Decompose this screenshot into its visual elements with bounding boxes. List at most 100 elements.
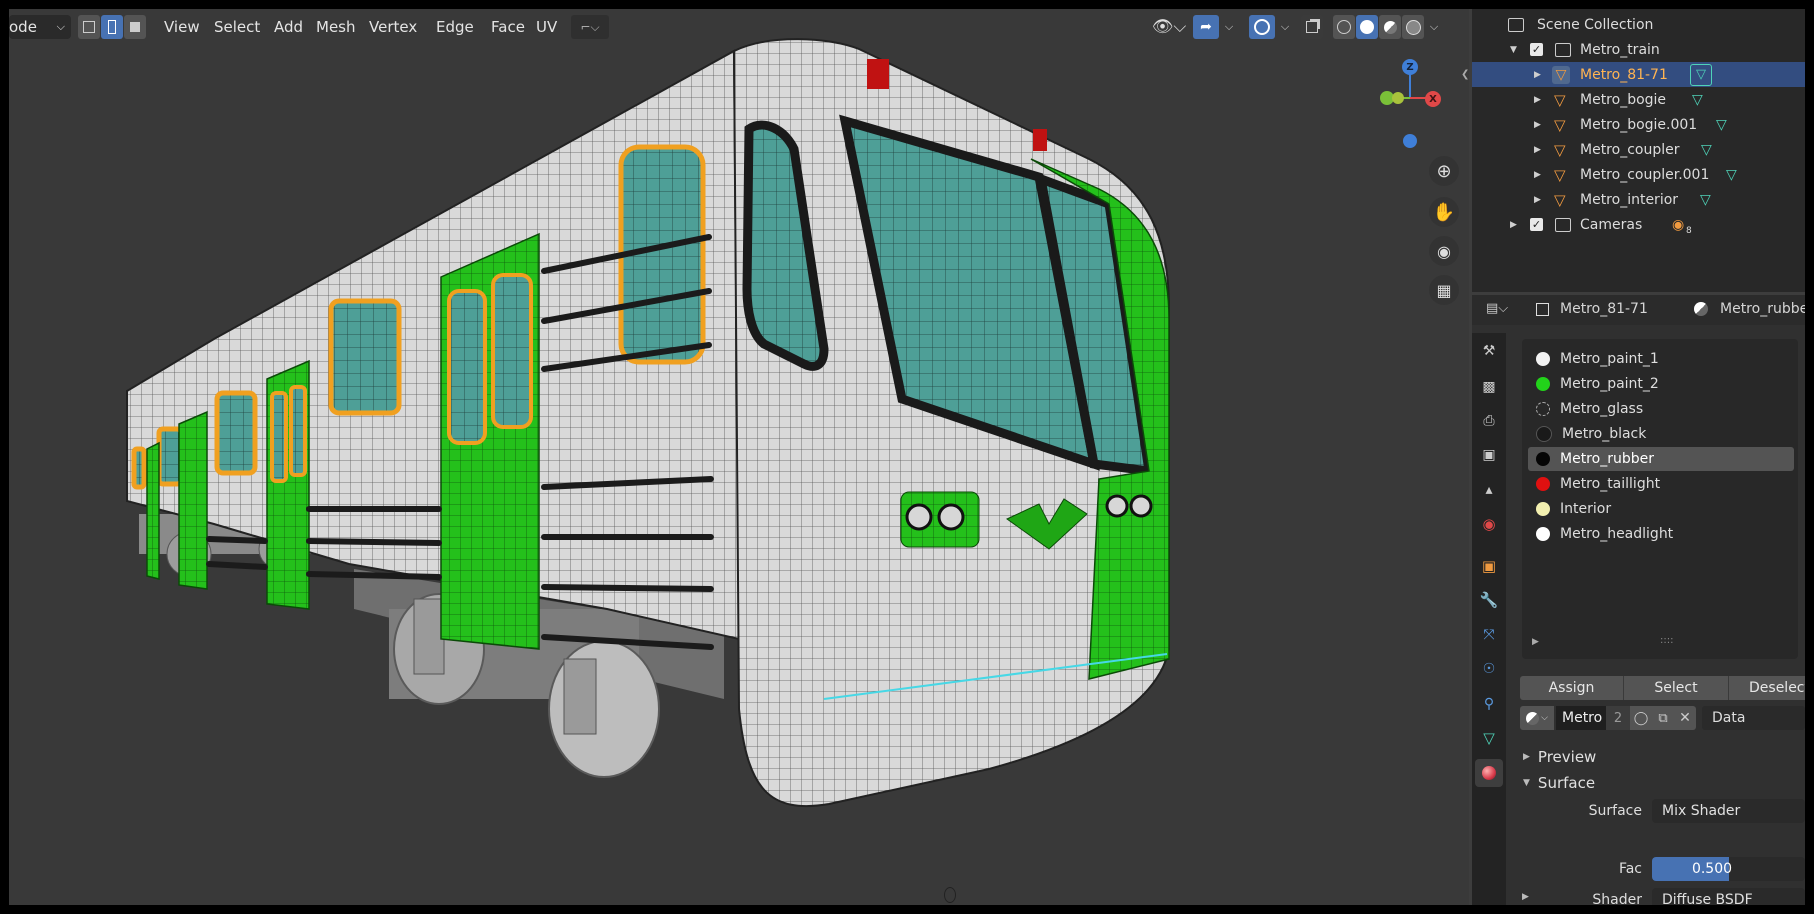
surface-panel-header[interactable]: ▼ Surface xyxy=(1520,771,1595,795)
visibility-checkbox[interactable]: ✓ xyxy=(1530,43,1543,56)
shader-expand-triangle-icon[interactable]: ▶ xyxy=(1522,892,1529,902)
mode-selector[interactable]: ode ⌵ xyxy=(9,15,71,39)
menu-vertex[interactable]: Vertex xyxy=(362,15,424,39)
shading-solid-button[interactable] xyxy=(1356,15,1378,39)
shading-options-chevron-icon[interactable]: ⌵ xyxy=(1426,15,1442,39)
gizmo-options-chevron-icon[interactable]: ⌵ xyxy=(1221,15,1237,39)
mesh-data-icon[interactable]: ▽ xyxy=(1692,92,1703,108)
material-slot[interactable]: Metro_headlight xyxy=(1528,522,1794,546)
camera-view-button[interactable]: ◉ xyxy=(1429,236,1459,266)
deselect-button[interactable]: Deselect xyxy=(1729,676,1805,700)
unlink-close-icon[interactable]: ✕ xyxy=(1674,706,1696,730)
material-slot[interactable]: Metro_taillight xyxy=(1528,472,1794,496)
outliner-item-metro-bogie[interactable]: ▶ ▽ Metro_bogie ▽ xyxy=(1472,87,1805,112)
shader-select[interactable]: Diffuse BSDF xyxy=(1652,888,1805,905)
sidebar-toggle-chevron-icon[interactable]: ❮ xyxy=(1461,69,1469,80)
expand-triangle-icon[interactable]: ▶ xyxy=(1534,95,1541,105)
material-name-field[interactable]: Metro xyxy=(1556,706,1606,730)
surface-shader-select[interactable]: Mix Shader xyxy=(1652,799,1805,823)
tab-world[interactable]: ◉ xyxy=(1475,510,1503,538)
assign-button[interactable]: Assign xyxy=(1520,676,1624,700)
properties-editor[interactable]: ▤⌵ Metro_81-71 Metro_rubber ⚒ ▩ ⎙ ▣ ▴ ◉ … xyxy=(1472,295,1805,905)
tab-object[interactable]: ▣ xyxy=(1475,552,1503,580)
breadcrumb-object[interactable]: Metro_81-71 xyxy=(1560,301,1648,317)
editor-type-button[interactable]: ▤⌵ xyxy=(1486,301,1516,319)
mesh-data-icon[interactable]: ▽ xyxy=(1716,117,1727,133)
expand-triangle-icon[interactable]: ▶ xyxy=(1534,170,1541,180)
expand-triangle-icon[interactable]: ▶ xyxy=(1510,220,1517,230)
visibility-icon[interactable]: 👁⌵ xyxy=(1149,15,1189,39)
shading-rendered-button[interactable] xyxy=(1402,15,1424,39)
material-slot[interactable]: Metro_paint_1 xyxy=(1528,347,1794,371)
list-expand-triangle-icon[interactable]: ▶ xyxy=(1532,637,1539,647)
xray-toggle-button[interactable] xyxy=(1301,15,1323,39)
material-slot[interactable]: Metro_paint_2 xyxy=(1528,372,1794,396)
tab-constraints[interactable]: ⚲ xyxy=(1475,690,1503,718)
menu-uv[interactable]: UV xyxy=(529,15,564,39)
gizmo-neg-y-axis-dot[interactable] xyxy=(1392,92,1404,104)
select-button[interactable]: Select xyxy=(1624,676,1729,700)
material-slot-list[interactable]: Metro_paint_1 Metro_paint_2 Metro_glass … xyxy=(1522,339,1798,659)
3d-viewport[interactable]: ode ⌵ View Select Add Mesh Vertex Edge F… xyxy=(9,9,1469,905)
menu-face[interactable]: Face xyxy=(484,15,532,39)
tab-material[interactable] xyxy=(1475,759,1503,787)
fake-user-shield-icon[interactable]: ◯ xyxy=(1630,706,1652,730)
tab-particles[interactable]: ⤧ xyxy=(1475,621,1503,649)
tab-tool[interactable]: ⚒ xyxy=(1475,337,1503,365)
expand-triangle-icon[interactable]: ▶ xyxy=(1534,120,1541,130)
mesh-data-icon[interactable]: ▽ xyxy=(1726,167,1737,183)
expand-triangle-icon[interactable]: ▼ xyxy=(1510,45,1517,55)
material-slot[interactable]: Interior xyxy=(1528,497,1794,521)
outliner-item-metro-coupler-001[interactable]: ▶ ▽ Metro_coupler.001 ▽ xyxy=(1472,162,1805,187)
tab-modifiers[interactable]: 🔧 xyxy=(1475,586,1503,614)
menu-select[interactable]: Select xyxy=(207,15,267,39)
material-slot[interactable]: Metro_black xyxy=(1528,422,1794,446)
expand-triangle-icon[interactable]: ▶ xyxy=(1534,70,1541,80)
pan-button[interactable]: ✋ xyxy=(1429,197,1459,227)
shading-material-button[interactable] xyxy=(1379,15,1401,39)
user-count-badge[interactable]: 2 xyxy=(1606,706,1630,730)
gizmo-z-axis[interactable]: Z xyxy=(1402,59,1418,75)
outliner-item-metro-coupler[interactable]: ▶ ▽ Metro_coupler ▽ xyxy=(1472,137,1805,162)
fac-slider[interactable]: 0.500 xyxy=(1652,857,1805,881)
outliner[interactable]: Scene Collection ▼ ✓ Metro_train ▶ ▽ Met… xyxy=(1472,9,1805,292)
browse-material-button[interactable]: ⌵ xyxy=(1520,706,1554,730)
outliner-item-metro-interior[interactable]: ▶ ▽ Metro_interior ▽ xyxy=(1472,187,1805,212)
outliner-item-cameras[interactable]: ▶ ✓ Cameras ◉ 8 xyxy=(1472,212,1805,237)
tab-output[interactable]: ⎙ xyxy=(1475,407,1503,435)
tab-render[interactable]: ▩ xyxy=(1475,373,1503,401)
camera-data-icon[interactable]: ◉ xyxy=(1672,217,1684,233)
edge-select-mode-button[interactable] xyxy=(101,15,123,39)
outliner-item-metro-train[interactable]: ▼ ✓ Metro_train xyxy=(1472,37,1805,62)
link-select[interactable]: Data xyxy=(1702,706,1805,730)
vertex-select-mode-button[interactable] xyxy=(78,15,100,39)
menu-mesh[interactable]: Mesh xyxy=(309,15,363,39)
perspective-toggle-button[interactable]: ▦ xyxy=(1429,275,1459,305)
expand-triangle-icon[interactable]: ▶ xyxy=(1534,195,1541,205)
tab-data[interactable]: ▽ xyxy=(1475,724,1503,752)
breadcrumb-material[interactable]: Metro_rubber xyxy=(1720,301,1805,317)
preview-panel-header[interactable]: ▶ Preview xyxy=(1520,745,1596,769)
expand-triangle-icon[interactable]: ▶ xyxy=(1534,145,1541,155)
mesh-data-icon[interactable]: ▽ xyxy=(1701,142,1712,158)
overlays-options-chevron-icon[interactable]: ⌵ xyxy=(1277,15,1293,39)
train-model-render[interactable] xyxy=(9,9,1469,905)
tab-view-layer[interactable]: ▣ xyxy=(1475,441,1503,469)
new-material-copy-icon[interactable]: ⧉ xyxy=(1652,706,1674,730)
mesh-data-icon[interactable]: ▽ xyxy=(1690,63,1712,86)
list-resize-handle[interactable]: :::: xyxy=(1660,635,1673,646)
overlays-toggle-button[interactable] xyxy=(1249,15,1275,39)
material-slot-selected[interactable]: Metro_rubber xyxy=(1528,447,1794,471)
outliner-item-metro-81-71[interactable]: ▶ ▽ Metro_81-71 ▽ xyxy=(1472,62,1805,87)
material-slot[interactable]: Metro_glass xyxy=(1528,397,1794,421)
shading-wireframe-button[interactable] xyxy=(1333,15,1355,39)
menu-view[interactable]: View xyxy=(157,15,207,39)
face-select-mode-button[interactable] xyxy=(124,15,146,39)
navigation-gizmo[interactable]: Z X xyxy=(1366,54,1446,148)
zoom-button[interactable]: ⊕ xyxy=(1429,156,1459,186)
gizmo-x-axis[interactable]: X xyxy=(1425,91,1441,107)
tab-scene[interactable]: ▴ xyxy=(1475,476,1503,504)
gizmo-toggle-button[interactable]: ➦ xyxy=(1193,15,1219,39)
tab-physics[interactable]: ☉ xyxy=(1475,655,1503,683)
outliner-scene-collection[interactable]: Scene Collection xyxy=(1472,12,1805,37)
